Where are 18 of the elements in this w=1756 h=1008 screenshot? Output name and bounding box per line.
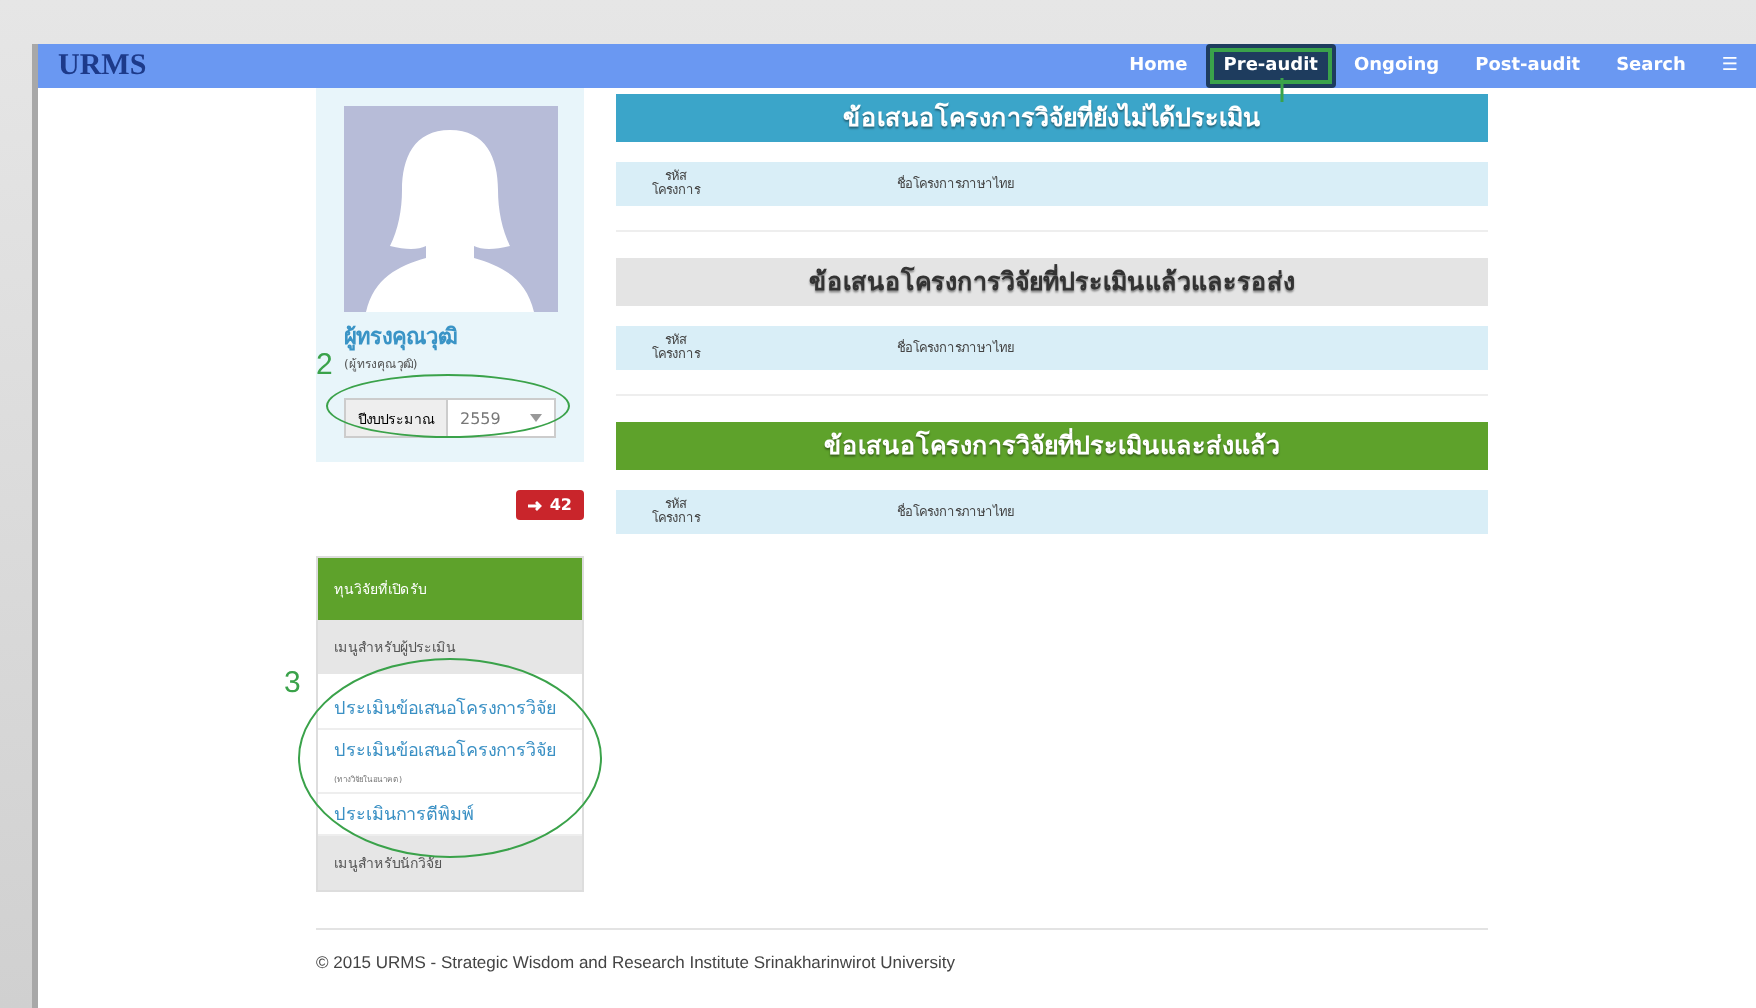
message-badge[interactable]: 42 [515,490,584,520]
menu-link[interactable]: ประเมินข้อเสนอโครงการวิจัย [334,736,566,764]
section-title: ข้อเสนอโครงการวิจัยที่ประเมินแล้วและรอส่ง [616,258,1488,306]
menu-link[interactable]: ประเมินข้อเสนอโครงการวิจัย [334,694,566,722]
section-title: ข้อเสนอโครงการวิจัยที่ประเมินและส่งแล้ว [616,422,1488,470]
nav-link[interactable]: Search [1598,44,1704,88]
annotation-number: 3 [284,668,301,698]
profile-name: ผู้ทรงคุณวุฒิ [344,322,460,354]
footer-text: © 2015 URMS - Strategic Wisdom and Research Institute Srinakharinwirot University [316,952,955,972]
logo[interactable]: URMS [58,49,147,83]
annotation-number: 2 [316,350,333,380]
nav-link[interactable]: ☰ [1703,44,1756,88]
nav-link[interactable]: Post-audit [1457,44,1599,88]
nav-link[interactable]: Ongoing [1335,44,1458,88]
menu-link[interactable]: ประเมินการตีพิมพ์ [334,800,566,828]
nav-link[interactable]: Pre-audit [1205,44,1336,88]
nav-link[interactable]: Home [1111,44,1206,88]
section-title: ข้อเสนอโครงการวิจัยที่ยังไม่ได้ประเมิน [616,94,1488,142]
